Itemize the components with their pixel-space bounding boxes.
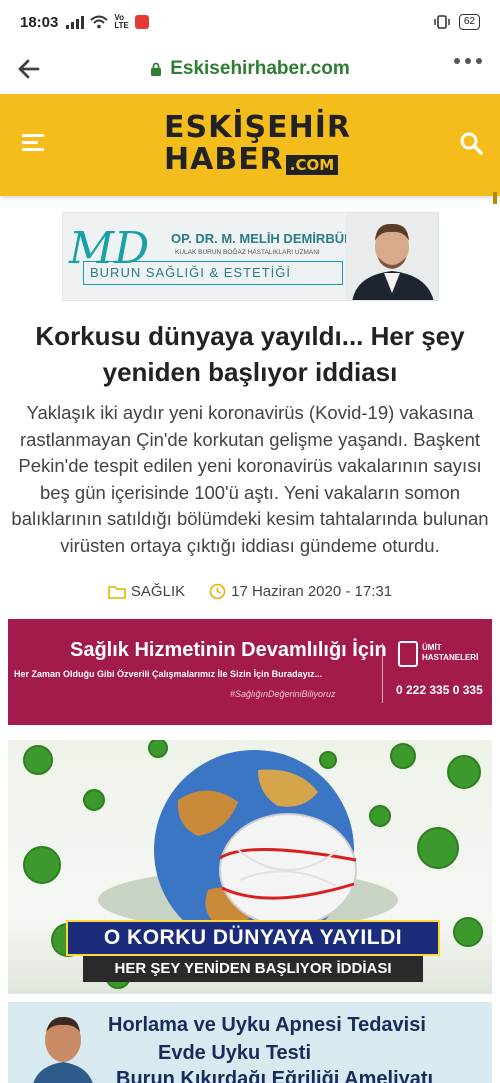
- search-icon[interactable]: [458, 130, 484, 156]
- back-arrow-icon[interactable]: [16, 56, 42, 82]
- folder-icon: [108, 586, 126, 599]
- ad-hospital-subline: Her Zaman Olduğu Gibi Özverili Çalışmala…: [14, 669, 323, 679]
- ad-doctor-banner[interactable]: MD OP. DR. M. MELİH DEMİRBÜKEN KULAK BUR…: [62, 212, 439, 301]
- ad-hospital-name: ÜMİT HASTANELERİ: [422, 643, 479, 662]
- lock-icon: [151, 62, 162, 76]
- scrollbar[interactable]: [493, 192, 497, 204]
- signal-icon: [66, 15, 85, 29]
- category-link[interactable]: SAĞLIK: [108, 583, 185, 600]
- doctor-portrait-image: [346, 213, 438, 300]
- logo-com: .COM: [285, 154, 339, 175]
- ad-sleep-line2: Evde Uyku Testi: [158, 1042, 312, 1064]
- category-label: SAĞLIK: [130, 583, 186, 600]
- ad-hospital-phone: 0 222 335 0 335: [396, 683, 483, 697]
- site-logo[interactable]: ESKİŞEHİR HABER .COM: [164, 110, 351, 180]
- clock-icon: [209, 583, 226, 600]
- article-meta: SAĞLIK 17 Haziran 2020 - 17:31: [0, 583, 500, 600]
- site-header: ESKİŞEHİR HABER .COM: [0, 94, 500, 204]
- url-bar[interactable]: Eskisehirhaber.com: [0, 44, 500, 94]
- battery-indicator: 62: [458, 14, 480, 30]
- ad-doctor-specialty: BURUN SAĞLIĞI & ESTETİĞİ: [83, 261, 343, 285]
- menu-icon[interactable]: [22, 134, 44, 154]
- ad-sleep-banner[interactable]: Horlama ve Uyku Apnesi Tedavisi Evde Uyk…: [8, 1002, 492, 1083]
- ad-hospital-hashtag: #SağlığınDeğeriniBiliyoruz: [230, 689, 336, 699]
- vibrate-icon: [434, 15, 450, 29]
- volte-indicator: Vo LTE: [114, 13, 129, 30]
- ad-hospital-banner[interactable]: Sağlık Hizmetinin Devamlılığı İçin Her Z…: [8, 619, 492, 725]
- status-bar: 18:03 Vo LTE 62: [0, 0, 500, 44]
- browser-toolbar: Eskisehirhaber.com: [0, 44, 500, 94]
- article-hero-image[interactable]: O KORKU DÜNYAYA YAYILDI HER ŞEY YENİDEN …: [8, 740, 492, 994]
- ad-hospital-divider: [382, 643, 383, 703]
- ad-hospital-headline: Sağlık Hizmetinin Devamlılığı İçin: [70, 639, 387, 661]
- notification-icon: [134, 15, 149, 29]
- article-title[interactable]: Korkusu dünyaya yayıldı... Her şey yenid…: [18, 318, 482, 390]
- url-text: Eskisehirhaber.com: [170, 58, 350, 79]
- doctor-face-image: [33, 1016, 93, 1083]
- date-label: 17 Haziran 2020 - 17:31: [231, 583, 393, 600]
- wifi-icon: [90, 15, 109, 29]
- hero-banner-line2: HER ŞEY YENİDEN BAŞLIYOR İDDİASI: [83, 956, 423, 982]
- hospital-logo-icon: [398, 641, 418, 667]
- ad-sleep-line3: Burun Kıkırdağı Eğriliği Ameliyatı: [116, 1068, 434, 1083]
- article-summary: Yaklaşık iki aydır yeni koronavirüs (Kov…: [11, 402, 489, 556]
- logo-line1: ESKİŞEHİR: [164, 110, 351, 145]
- ad-doctor-subtitle: KULAK BURUN BOĞAZ HASTALIKLARI UZMANI: [175, 249, 320, 256]
- status-time: 18:03: [20, 13, 59, 31]
- logo-line2: HABER: [164, 142, 284, 177]
- ad-sleep-line1: Horlama ve Uyku Apnesi Tedavisi: [108, 1014, 426, 1036]
- hero-banner: O KORKU DÜNYAYA YAYILDI HER ŞEY YENİDEN …: [66, 920, 440, 982]
- article-date: 17 Haziran 2020 - 17:31: [209, 583, 392, 600]
- hero-banner-line1: O KORKU DÜNYAYA YAYILDI: [66, 920, 440, 956]
- ad-doctor-name: OP. DR. M. MELİH DEMİRBÜKEN: [171, 231, 372, 246]
- more-options-icon[interactable]: [454, 58, 482, 64]
